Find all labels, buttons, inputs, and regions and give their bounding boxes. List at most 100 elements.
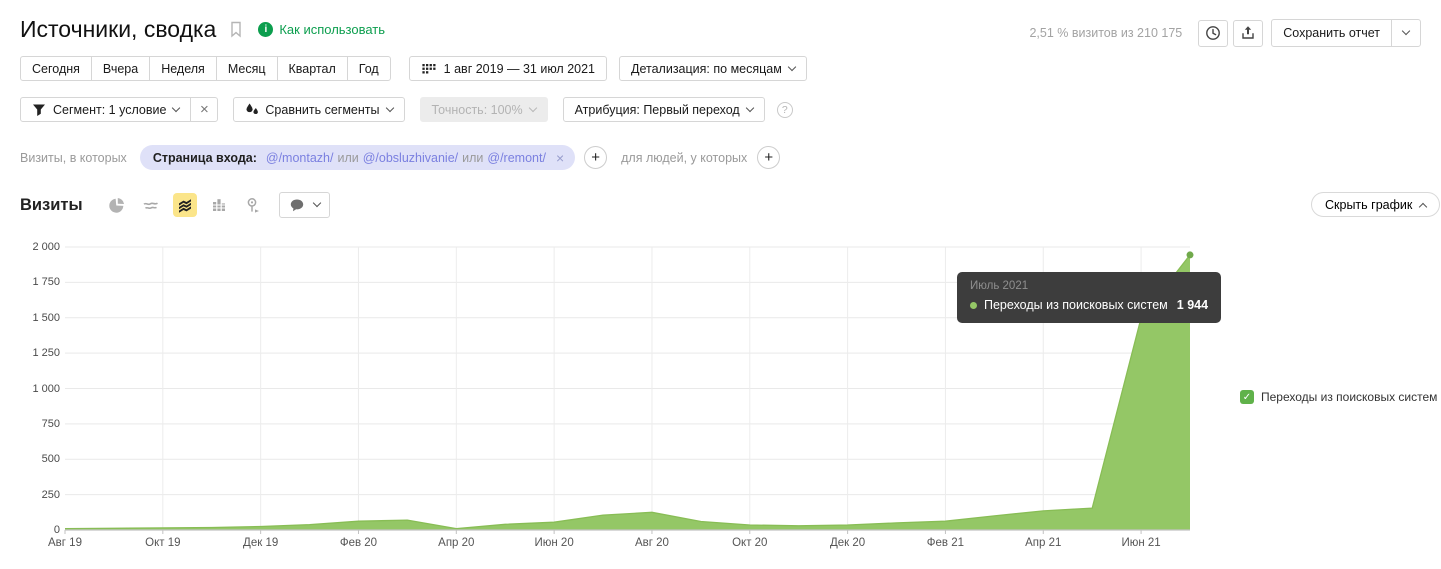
- chart-toolbar: Визиты: [20, 192, 330, 218]
- chevron-up-icon: [1419, 202, 1428, 211]
- area-chart-type-button[interactable]: [172, 193, 197, 217]
- series-dot-icon: [970, 301, 977, 309]
- tooltip-value: 1 944: [1176, 298, 1209, 312]
- chevron-down-icon: [172, 103, 181, 112]
- header-actions: 2,51 % визитов из 210 175 Сохранить отче…: [1029, 19, 1421, 47]
- chevron-down-icon: [528, 103, 537, 112]
- segment-dropdown[interactable]: Сегмент: 1 условие: [20, 97, 192, 122]
- tooltip-date: Июль 2021: [970, 280, 1029, 292]
- calendar-icon: [421, 61, 436, 76]
- chart-tooltip: Июль 2021 Переходы из поисковых систем 1…: [957, 272, 1222, 323]
- pie-chart-type-button[interactable]: [105, 193, 129, 217]
- attribution-dropdown[interactable]: Атрибуция: Первый переход: [562, 97, 765, 122]
- entry-page-filter-chip[interactable]: Страница входа: @/montazh/ или @/obsluzh…: [139, 145, 576, 170]
- preset-quarter[interactable]: Квартал: [276, 56, 348, 81]
- chip-value: @/obsluzhivanie/: [362, 150, 459, 165]
- x-axis-tick-label: Авг 20: [634, 537, 669, 549]
- sample-share-text: 2,51 % визитов из 210 175: [1029, 26, 1183, 40]
- preset-yesterday[interactable]: Вчера: [90, 56, 151, 81]
- info-icon: i: [258, 21, 274, 37]
- preset-year[interactable]: Год: [346, 56, 391, 81]
- plus-icon: +: [591, 149, 600, 166]
- chip-operator: или: [337, 150, 359, 165]
- x-axis-tick-label: Июн 21: [1121, 537, 1161, 549]
- x-axis-tick-label: Апр 21: [1025, 537, 1062, 549]
- visits-in-which-label: Визиты, в которых: [20, 150, 127, 165]
- chip-operator: или: [462, 150, 484, 165]
- bar-chart-icon: [211, 197, 227, 213]
- accuracy-dropdown[interactable]: Точность: 100%: [419, 97, 548, 122]
- add-people-condition-button[interactable]: +: [757, 146, 781, 169]
- detalization-dropdown[interactable]: Детализация: по месяцам: [619, 56, 807, 81]
- detalization-label: Детализация: по месяцам: [631, 61, 782, 76]
- export-button[interactable]: [1233, 19, 1264, 47]
- segment-label: Сегмент: 1 условие: [53, 102, 167, 117]
- map-chart-type-button[interactable]: [241, 193, 265, 217]
- bar-chart-type-button[interactable]: [207, 193, 231, 217]
- save-report-menu-button[interactable]: [1391, 19, 1421, 47]
- legend-label: Переходы из поисковых систем: [1261, 390, 1438, 404]
- visits-area-chart[interactable]: [0, 235, 1441, 565]
- save-report-button[interactable]: Сохранить отчет: [1271, 19, 1392, 47]
- line-chart-type-button[interactable]: [139, 193, 163, 217]
- tooltip-series-label: Переходы из поисковых систем: [984, 298, 1168, 312]
- checkbox-checked-icon[interactable]: ✓: [1240, 390, 1254, 404]
- x-axis-tick-label: Июн 20: [534, 537, 574, 549]
- preset-month[interactable]: Месяц: [215, 56, 278, 81]
- compare-segments-label: Сравнить сегменты: [265, 102, 380, 117]
- x-axis-tick-label: Апр 20: [438, 537, 475, 549]
- x-axis-tick-label: Окт 20: [732, 537, 768, 549]
- segment-group: Сегмент: 1 условие ×: [20, 97, 219, 122]
- report-header: Источники, сводка i Как использовать: [20, 13, 385, 45]
- save-report-split-button: Сохранить отчет: [1271, 19, 1421, 47]
- chevron-down-icon: [787, 62, 797, 71]
- help-icon[interactable]: ?: [776, 101, 793, 118]
- chevron-down-icon: [385, 103, 394, 112]
- map-pin-icon: [245, 197, 261, 214]
- x-axis-tick-label: Окт 19: [145, 537, 181, 549]
- compare-drops-icon: [245, 102, 259, 117]
- bookmark-icon[interactable]: [228, 21, 244, 38]
- chevron-down-icon: [312, 198, 321, 208]
- x-axis-tick-label: Авг 19: [48, 537, 82, 549]
- segment-bar: Сегмент: 1 условие × Сравнить сегменты Т…: [20, 97, 793, 122]
- plus-icon: +: [764, 149, 774, 166]
- x-axis-tick-label: Фев 21: [926, 537, 965, 549]
- add-visit-condition-button[interactable]: +: [584, 146, 608, 169]
- comment-icon: [289, 198, 305, 213]
- metric-title: Визиты: [20, 195, 83, 214]
- y-axis-tick-label: 250: [41, 488, 60, 501]
- chip-prefix: Страница входа:: [152, 150, 257, 165]
- date-range-picker[interactable]: 1 авг 2019 — 31 июл 2021: [408, 56, 608, 81]
- hide-chart-button[interactable]: Скрыть график: [1311, 192, 1441, 217]
- chart-canvas[interactable]: 0 250 500 750 1 000 1 250 1 500 1 750 2 000 Авг 1…: [0, 235, 1441, 565]
- period-presets: Сегодня Вчера Неделя Месяц Квартал Год: [20, 56, 391, 81]
- accuracy-label: Точность: 100%: [431, 102, 523, 117]
- y-axis-tick-label: 750: [41, 417, 60, 430]
- annotations-dropdown[interactable]: [278, 192, 330, 218]
- area-chart-icon: [177, 197, 193, 214]
- compare-segments-dropdown[interactable]: Сравнить сегменты: [233, 97, 405, 122]
- chip-remove-icon[interactable]: ×: [556, 150, 564, 166]
- x-axis-tick-label: Дек 20: [829, 537, 866, 549]
- chevron-down-icon: [1401, 26, 1411, 36]
- chip-value: @/remont/: [487, 150, 546, 165]
- close-icon: ×: [200, 101, 209, 118]
- y-axis-tick-label: 0: [53, 524, 60, 536]
- page-title: Источники, сводка: [20, 15, 217, 42]
- preset-week[interactable]: Неделя: [149, 56, 217, 81]
- line-chart-icon: [142, 197, 160, 213]
- highlighted-data-point[interactable]: [1186, 251, 1194, 259]
- x-axis-tick-label: Фев 20: [339, 537, 378, 549]
- y-axis-tick-label: 1 500: [32, 311, 60, 324]
- how-to-use-link[interactable]: i Как использовать: [258, 21, 385, 37]
- x-axis-tick-label: Дек 19: [243, 537, 279, 549]
- preset-today[interactable]: Сегодня: [20, 56, 92, 81]
- clock-icon: [1205, 25, 1221, 41]
- history-button[interactable]: [1198, 19, 1229, 47]
- y-axis-tick-label: 2 000: [32, 241, 60, 253]
- y-axis-tick-label: 1 250: [32, 347, 60, 360]
- segment-clear-button[interactable]: ×: [190, 97, 219, 122]
- attribution-label: Атрибуция: Первый переход: [574, 102, 740, 117]
- legend-item-search-engines[interactable]: ✓ Переходы из поисковых систем: [1240, 390, 1437, 404]
